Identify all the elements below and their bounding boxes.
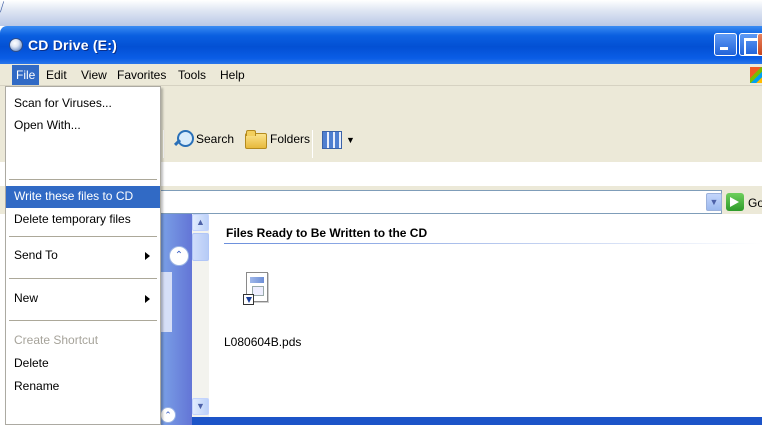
cd-drive-icon: [9, 38, 23, 52]
file-name-label[interactable]: L080604B.pds: [224, 335, 301, 349]
task-pane-panel: [160, 272, 172, 332]
menu-tools[interactable]: Tools: [178, 68, 206, 82]
pds-file-icon[interactable]: [243, 272, 269, 312]
scroll-up-button[interactable]: ▲: [192, 214, 209, 231]
search-icon: [172, 129, 194, 149]
close-button[interactable]: [757, 33, 762, 56]
group-header-title: Files Ready to Be Written to the CD: [226, 226, 428, 240]
menu-separator: [9, 236, 157, 237]
file-menu-dropdown: Scan for Viruses... Open With... Write t…: [5, 86, 161, 425]
toolbar-separator: [163, 130, 164, 158]
menu-item-new[interactable]: New: [6, 288, 160, 310]
views-icon: [322, 131, 342, 149]
collapse-chevron-icon[interactable]: ⌃: [160, 407, 176, 423]
menu-separator: [9, 320, 157, 321]
menu-view[interactable]: View: [81, 68, 107, 82]
go-arrow-icon[interactable]: [726, 193, 744, 211]
task-pane: ⌃ ⌃: [160, 214, 192, 425]
corner-glyph: ⧸: [0, 0, 5, 14]
title-bar[interactable]: CD Drive (E:): [0, 26, 762, 64]
views-button[interactable]: ▼: [322, 131, 355, 149]
address-input[interactable]: [160, 190, 722, 214]
menu-item-label: Send To: [14, 248, 58, 262]
toolbar-separator: [312, 130, 313, 158]
menu-favorites[interactable]: Favorites: [117, 68, 166, 82]
menu-bar: File Edit View Favorites Tools Help: [0, 64, 762, 86]
windows-logo-icon: [750, 67, 762, 83]
window-title: CD Drive (E:): [28, 37, 117, 53]
folders-button[interactable]: Folders: [244, 129, 310, 149]
task-pane-scrollbar[interactable]: ▲ ▼: [192, 214, 209, 417]
menu-item-rename[interactable]: Rename: [6, 376, 160, 398]
menu-separator: [9, 179, 157, 180]
outer-window-strip: ⧸: [0, 0, 762, 26]
menu-item-open-with[interactable]: Open With...: [6, 115, 160, 137]
window-bottom-edge: [210, 417, 762, 425]
menu-item-send-to[interactable]: Send To: [6, 245, 160, 267]
menu-separator: [9, 278, 157, 279]
menu-item-delete[interactable]: Delete: [6, 353, 160, 375]
menu-item-create-shortcut: Create Shortcut: [14, 333, 99, 347]
menu-item-label: New: [14, 291, 39, 305]
menu-item-scan-for-viruses[interactable]: Scan for Viruses...: [6, 93, 160, 115]
search-label: Search: [196, 132, 235, 146]
folders-icon: [244, 129, 267, 149]
scroll-down-button[interactable]: ▼: [192, 398, 209, 415]
minimize-button[interactable]: [714, 33, 737, 56]
folders-label: Folders: [270, 132, 311, 146]
menu-edit[interactable]: Edit: [46, 68, 67, 82]
menu-item-write-files-to-cd[interactable]: Write these files to CD: [6, 186, 160, 208]
address-dropdown-button[interactable]: ▼: [706, 193, 722, 211]
scroll-thumb[interactable]: [192, 233, 209, 261]
collapse-chevron-icon[interactable]: ⌃: [169, 246, 189, 266]
go-label[interactable]: Go: [748, 196, 762, 210]
menu-item-delete-temporary-files[interactable]: Delete temporary files: [6, 209, 160, 231]
menu-file[interactable]: File: [12, 65, 40, 85]
file-list-view: Files Ready to Be Written to the CD L080…: [210, 214, 762, 425]
submenu-arrow-icon: [145, 295, 150, 303]
search-button[interactable]: Search: [172, 129, 234, 149]
window-bottom-edge: [192, 417, 210, 425]
chevron-down-icon: ▼: [346, 135, 355, 145]
submenu-arrow-icon: [145, 252, 150, 260]
menu-help[interactable]: Help: [220, 68, 245, 82]
pending-write-arrow-icon: [243, 294, 254, 305]
group-header-divider: [224, 243, 762, 244]
